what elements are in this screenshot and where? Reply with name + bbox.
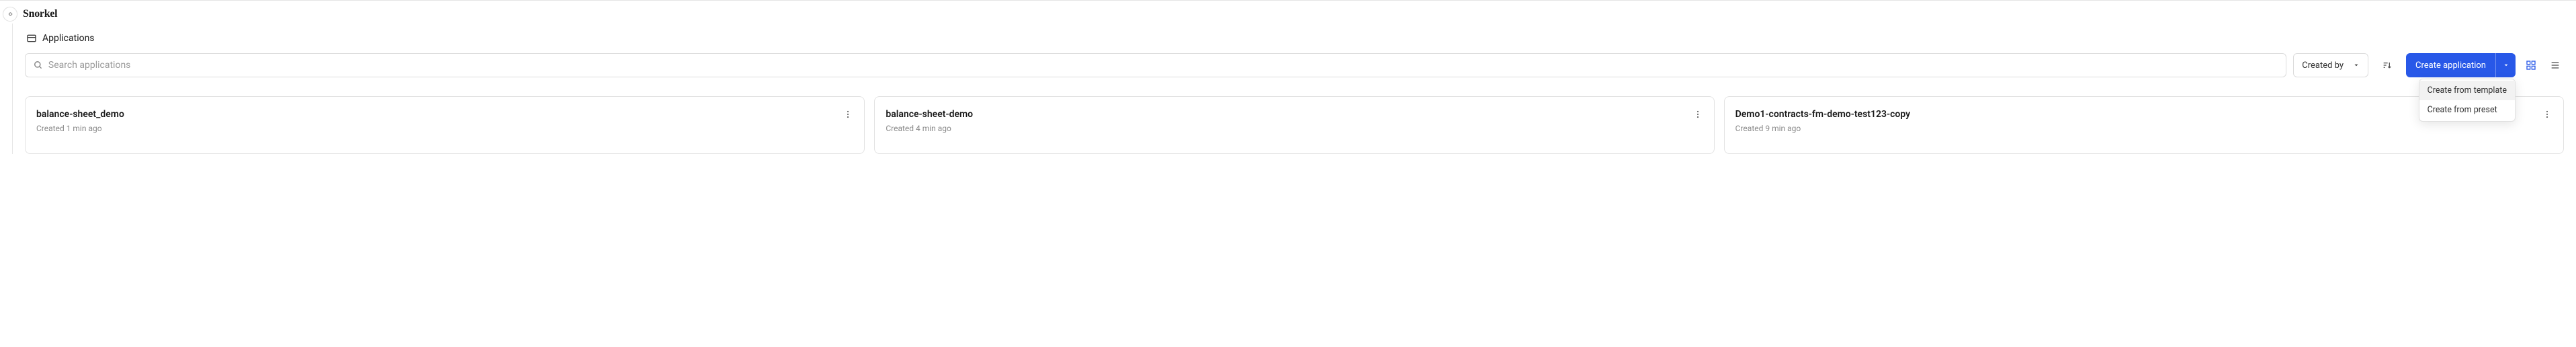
created-by-label: Created by bbox=[2302, 61, 2344, 71]
sort-button[interactable] bbox=[2375, 53, 2399, 77]
list-view-button[interactable] bbox=[2546, 53, 2564, 77]
search-icon bbox=[34, 61, 43, 70]
chevron-down-icon bbox=[2503, 62, 2509, 69]
create-application-dropdown-toggle[interactable] bbox=[2495, 53, 2516, 77]
grid-icon bbox=[2526, 60, 2536, 71]
application-card[interactable]: balance-sheet-demo Created 4 min ago bbox=[874, 96, 1714, 154]
create-application-label: Create application bbox=[2415, 61, 2486, 71]
card-more-button[interactable] bbox=[841, 108, 855, 121]
card-title: balance-sheet-demo bbox=[886, 109, 1703, 120]
application-card[interactable]: balance-sheet_demo Created 1 min ago bbox=[25, 96, 865, 154]
search-field[interactable] bbox=[25, 53, 2286, 77]
created-by-filter[interactable]: Created by bbox=[2293, 53, 2368, 77]
card-title: balance-sheet_demo bbox=[36, 109, 853, 120]
sidebar-collapse-button[interactable] bbox=[3, 7, 17, 22]
list-icon bbox=[2550, 60, 2561, 71]
create-application-button[interactable]: Create application bbox=[2406, 53, 2495, 77]
card-created-time: Created 9 min ago bbox=[1735, 124, 2552, 133]
card-created-time: Created 4 min ago bbox=[886, 124, 1703, 133]
card-more-button[interactable] bbox=[1691, 108, 1705, 121]
create-application-group: Create application Create from template … bbox=[2406, 53, 2516, 77]
more-vertical-icon bbox=[843, 110, 853, 119]
card-more-button[interactable] bbox=[2540, 108, 2554, 121]
applications-icon bbox=[26, 33, 37, 44]
more-vertical-icon bbox=[2542, 110, 2552, 119]
brand-logo: Snorkel bbox=[23, 8, 57, 20]
search-input[interactable] bbox=[48, 60, 2278, 71]
more-vertical-icon bbox=[1693, 110, 1703, 119]
create-application-menu: Create from template Create from preset bbox=[2419, 79, 2516, 122]
chevron-down-icon bbox=[2353, 62, 2360, 69]
page-title: Applications bbox=[42, 33, 95, 44]
sort-icon bbox=[2382, 60, 2393, 71]
menu-item-create-from-preset[interactable]: Create from preset bbox=[2419, 100, 2515, 120]
breadcrumb: Applications bbox=[25, 24, 2564, 53]
arrow-collapse-icon bbox=[7, 11, 13, 17]
grid-view-button[interactable] bbox=[2522, 53, 2540, 77]
card-created-time: Created 1 min ago bbox=[36, 124, 853, 133]
applications-grid: balance-sheet_demo Created 1 min ago bal… bbox=[25, 96, 2564, 154]
menu-item-create-from-template[interactable]: Create from template bbox=[2419, 81, 2515, 100]
